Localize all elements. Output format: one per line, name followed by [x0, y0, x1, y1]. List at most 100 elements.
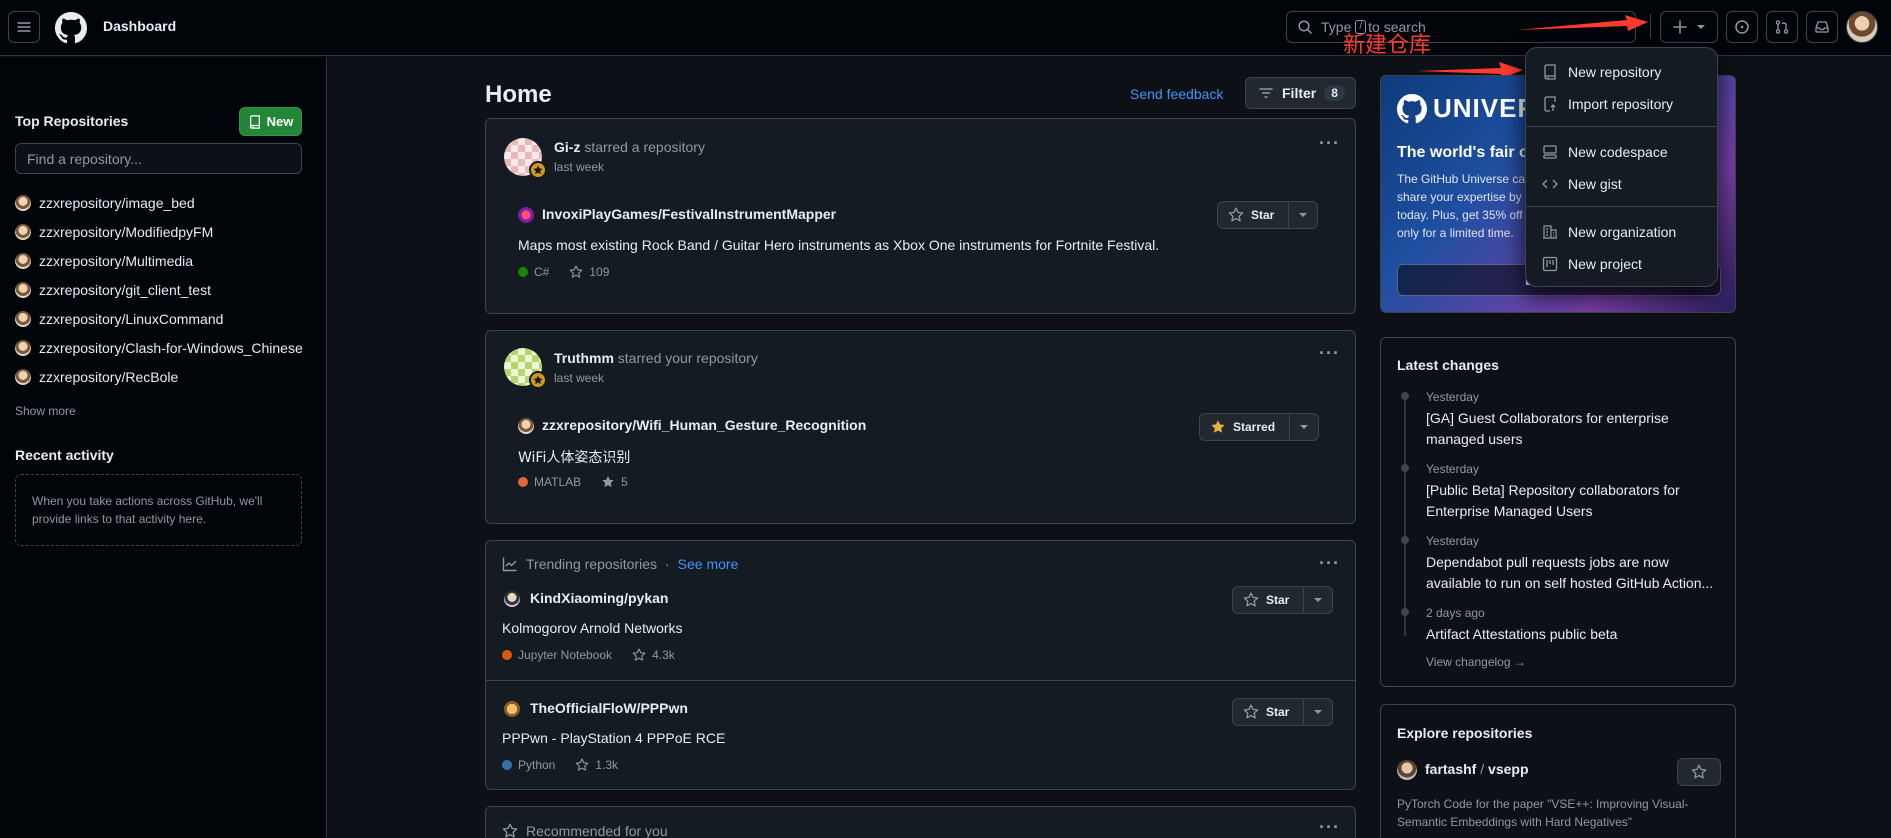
star-icon — [632, 648, 646, 661]
feed-time[interactable]: last week — [554, 160, 604, 174]
repo-owner-avatar — [15, 369, 31, 385]
repo-star-count[interactable]: 4.3k — [652, 648, 675, 662]
change-link[interactable]: Dependabot pull requests jobs are now av… — [1426, 552, 1713, 594]
menu-item-import-repository[interactable]: Import repository — [1542, 94, 1673, 114]
more-options-icon[interactable]: ··· — [1319, 553, 1340, 574]
star-button[interactable]: Star — [1232, 698, 1334, 726]
filter-button[interactable]: Filter 8 — [1245, 77, 1356, 109]
repo-star-count[interactable]: 1.3k — [595, 758, 618, 772]
see-more-link[interactable]: See more — [678, 556, 739, 572]
new-repository-button[interactable]: New — [239, 107, 302, 136]
explore-star-button[interactable] — [1677, 758, 1721, 786]
repo-star-count[interactable]: 109 — [589, 265, 609, 279]
sidebar-repo-item[interactable]: zzxrepository/ModifiedpyFM — [15, 222, 213, 242]
recent-activity-box: When you take actions across GitHub, we'… — [15, 474, 302, 546]
star-button-label: Starred — [1233, 420, 1276, 434]
latest-changes-title: Latest changes — [1397, 357, 1499, 373]
change-link[interactable]: Artifact Attestations public beta — [1426, 624, 1617, 645]
pull-requests-button[interactable] — [1766, 11, 1798, 43]
change-text-line: managed users — [1426, 431, 1523, 447]
create-new-button[interactable] — [1660, 11, 1718, 43]
star-list-dropdown[interactable] — [1304, 587, 1332, 613]
user-avatar[interactable] — [1846, 11, 1878, 43]
repo-link[interactable]: KindXiaoming/pykan — [530, 590, 668, 606]
inbox-button[interactable] — [1806, 11, 1838, 43]
timeline-dot — [1401, 608, 1409, 616]
more-options-icon[interactable]: ··· — [1319, 817, 1340, 838]
star-button[interactable]: Star — [1232, 586, 1334, 614]
actor-link[interactable]: Gi-z — [554, 139, 580, 155]
star-list-dropdown[interactable] — [1290, 414, 1318, 440]
repo-link[interactable]: zzxrepository/LinuxCommand — [39, 311, 223, 327]
recommended-title: Recommended for you — [526, 823, 668, 838]
latest-changes-card: Latest changes Yesterday [GA] Guest Coll… — [1380, 337, 1736, 687]
view-changelog-link[interactable]: View changelog → — [1426, 655, 1526, 669]
sidebar-repo-item[interactable]: zzxrepository/Multimedia — [15, 251, 193, 271]
change-text-line: Dependabot pull requests jobs are now — [1426, 554, 1669, 570]
feed-time[interactable]: last week — [554, 371, 604, 385]
repo-owner-avatar — [15, 195, 31, 211]
divider — [486, 680, 1355, 681]
sidebar-repo-item[interactable]: zzxrepository/git_client_test — [15, 280, 211, 300]
star-list-dropdown[interactable] — [1304, 699, 1332, 725]
menu-item-new-codespace[interactable]: New codespace — [1542, 142, 1668, 162]
repo-owner-avatar — [15, 311, 31, 327]
repo-link[interactable]: InvoxiPlayGames/FestivalInstrumentMapper — [542, 206, 836, 222]
menu-item-new-organization[interactable]: New organization — [1542, 222, 1676, 242]
repo-link[interactable]: zzxrepository/Multimedia — [39, 253, 193, 269]
organization-icon — [1543, 225, 1557, 239]
github-logo[interactable] — [55, 12, 87, 44]
star-fill-icon — [533, 375, 543, 385]
explore-repo-name[interactable]: vsepp — [1488, 761, 1528, 777]
repo-link[interactable]: zzxrepository/ModifiedpyFM — [39, 224, 213, 240]
repo-owner-avatar — [518, 418, 534, 434]
star-button[interactable]: Star — [1217, 201, 1319, 229]
menu-button[interactable] — [8, 11, 40, 43]
actor-link[interactable]: Truthmm — [554, 350, 614, 366]
repo-language: Python — [518, 758, 556, 772]
sidebar-repo-item[interactable]: zzxrepository/LinuxCommand — [15, 309, 223, 329]
explore-repo-link[interactable]: fartashf / vsepp — [1425, 761, 1529, 777]
repo-owner-avatar — [504, 701, 520, 717]
star-icon — [576, 758, 589, 771]
repo-link[interactable]: zzxrepository/Wifi_Human_Gesture_Recogni… — [542, 417, 866, 433]
send-feedback-link[interactable]: Send feedback — [1130, 86, 1223, 102]
graph-icon — [502, 557, 517, 572]
more-options-icon[interactable]: ··· — [1319, 343, 1340, 364]
sidebar-repo-item[interactable]: zzxrepository/image_bed — [15, 193, 195, 213]
repo-link[interactable]: zzxrepository/git_client_test — [39, 282, 211, 298]
star-list-dropdown[interactable] — [1289, 202, 1317, 228]
inbox-icon — [1815, 21, 1829, 33]
repo-star-count[interactable]: 5 — [621, 475, 628, 489]
sidebar-repo-item[interactable]: zzxrepository/RecBole — [15, 367, 178, 387]
universe-body-line: today. Plus, get 35% off — [1397, 208, 1523, 222]
star-icon — [1691, 764, 1707, 779]
menu-item-new-repository[interactable]: New repository — [1542, 62, 1661, 82]
universe-body: The GitHub Universe cal share your exper… — [1397, 170, 1531, 242]
starred-button[interactable]: Starred — [1199, 413, 1320, 441]
show-more-link[interactable]: Show more — [15, 404, 76, 418]
filter-label: Filter — [1282, 85, 1317, 101]
universe-title: The world's fair of — [1397, 144, 1535, 161]
star-button-label: Star — [1251, 208, 1275, 222]
find-repository-input[interactable]: Find a repository... — [15, 143, 302, 174]
explore-repo-owner[interactable]: fartashf — [1425, 761, 1476, 777]
menu-item-new-project[interactable]: New project — [1542, 254, 1642, 274]
change-link[interactable]: [Public Beta] Repository collaborators f… — [1426, 480, 1680, 522]
menu-item-new-gist[interactable]: New gist — [1542, 174, 1622, 194]
repo-link[interactable]: zzxrepository/image_bed — [39, 195, 195, 211]
more-options-icon[interactable]: ··· — [1319, 133, 1340, 154]
repo-push-icon — [1544, 96, 1556, 112]
repo-meta: C# 109 — [518, 265, 609, 279]
page-title[interactable]: Dashboard — [103, 18, 176, 34]
repo-link[interactable]: zzxrepository/Clash-for-Windows_Chinese — [39, 340, 303, 356]
issues-button[interactable] — [1726, 11, 1758, 43]
caret-down-icon — [1314, 598, 1323, 602]
change-link[interactable]: [GA] Guest Collaborators for enterprise … — [1426, 408, 1669, 450]
project-icon — [1542, 256, 1558, 272]
menu-item-label: New organization — [1568, 224, 1677, 240]
sidebar-repo-item[interactable]: zzxrepository/Clash-for-Windows_Chinese — [15, 338, 303, 358]
repo-link[interactable]: zzxrepository/RecBole — [39, 369, 178, 385]
menu-divider — [1526, 126, 1717, 127]
repo-link[interactable]: TheOfficialFloW/PPPwn — [530, 700, 688, 716]
